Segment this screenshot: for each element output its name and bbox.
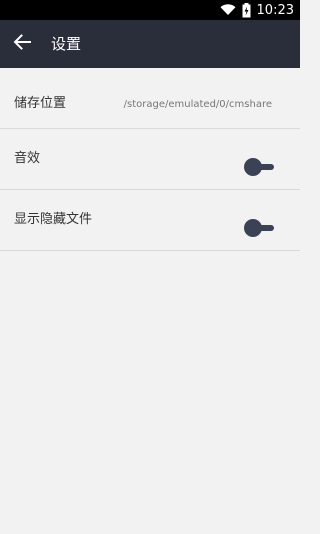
storage-location-row[interactable]: 储存位置 /storage/emulated/0/cmshare: [0, 68, 300, 129]
status-icons: 10:23: [220, 0, 294, 20]
wifi-icon: [220, 4, 236, 16]
app-bar: 设置: [0, 20, 300, 68]
toggle-thumb: [244, 219, 262, 237]
settings-list: 储存位置 /storage/emulated/0/cmshare 音效 显示隐藏…: [0, 68, 300, 251]
toggle-thumb: [244, 158, 262, 176]
sound-effects-label: 音效: [14, 151, 41, 166]
page-title: 设置: [51, 35, 82, 53]
show-hidden-files-toggle[interactable]: [244, 219, 274, 237]
battery-charging-icon: [242, 2, 251, 18]
sound-effects-row[interactable]: 音效: [0, 129, 300, 190]
show-hidden-files-label: 显示隐藏文件: [14, 212, 93, 227]
arrow-left-icon: [13, 34, 31, 54]
sound-effects-toggle[interactable]: [244, 158, 274, 176]
storage-location-value: /storage/emulated/0/cmshare: [123, 99, 272, 110]
status-time: 10:23: [256, 2, 294, 18]
show-hidden-files-row[interactable]: 显示隐藏文件: [0, 190, 300, 251]
storage-location-label: 储存位置: [14, 96, 67, 111]
status-bar: 10:23: [0, 0, 300, 20]
back-button[interactable]: [10, 32, 34, 56]
